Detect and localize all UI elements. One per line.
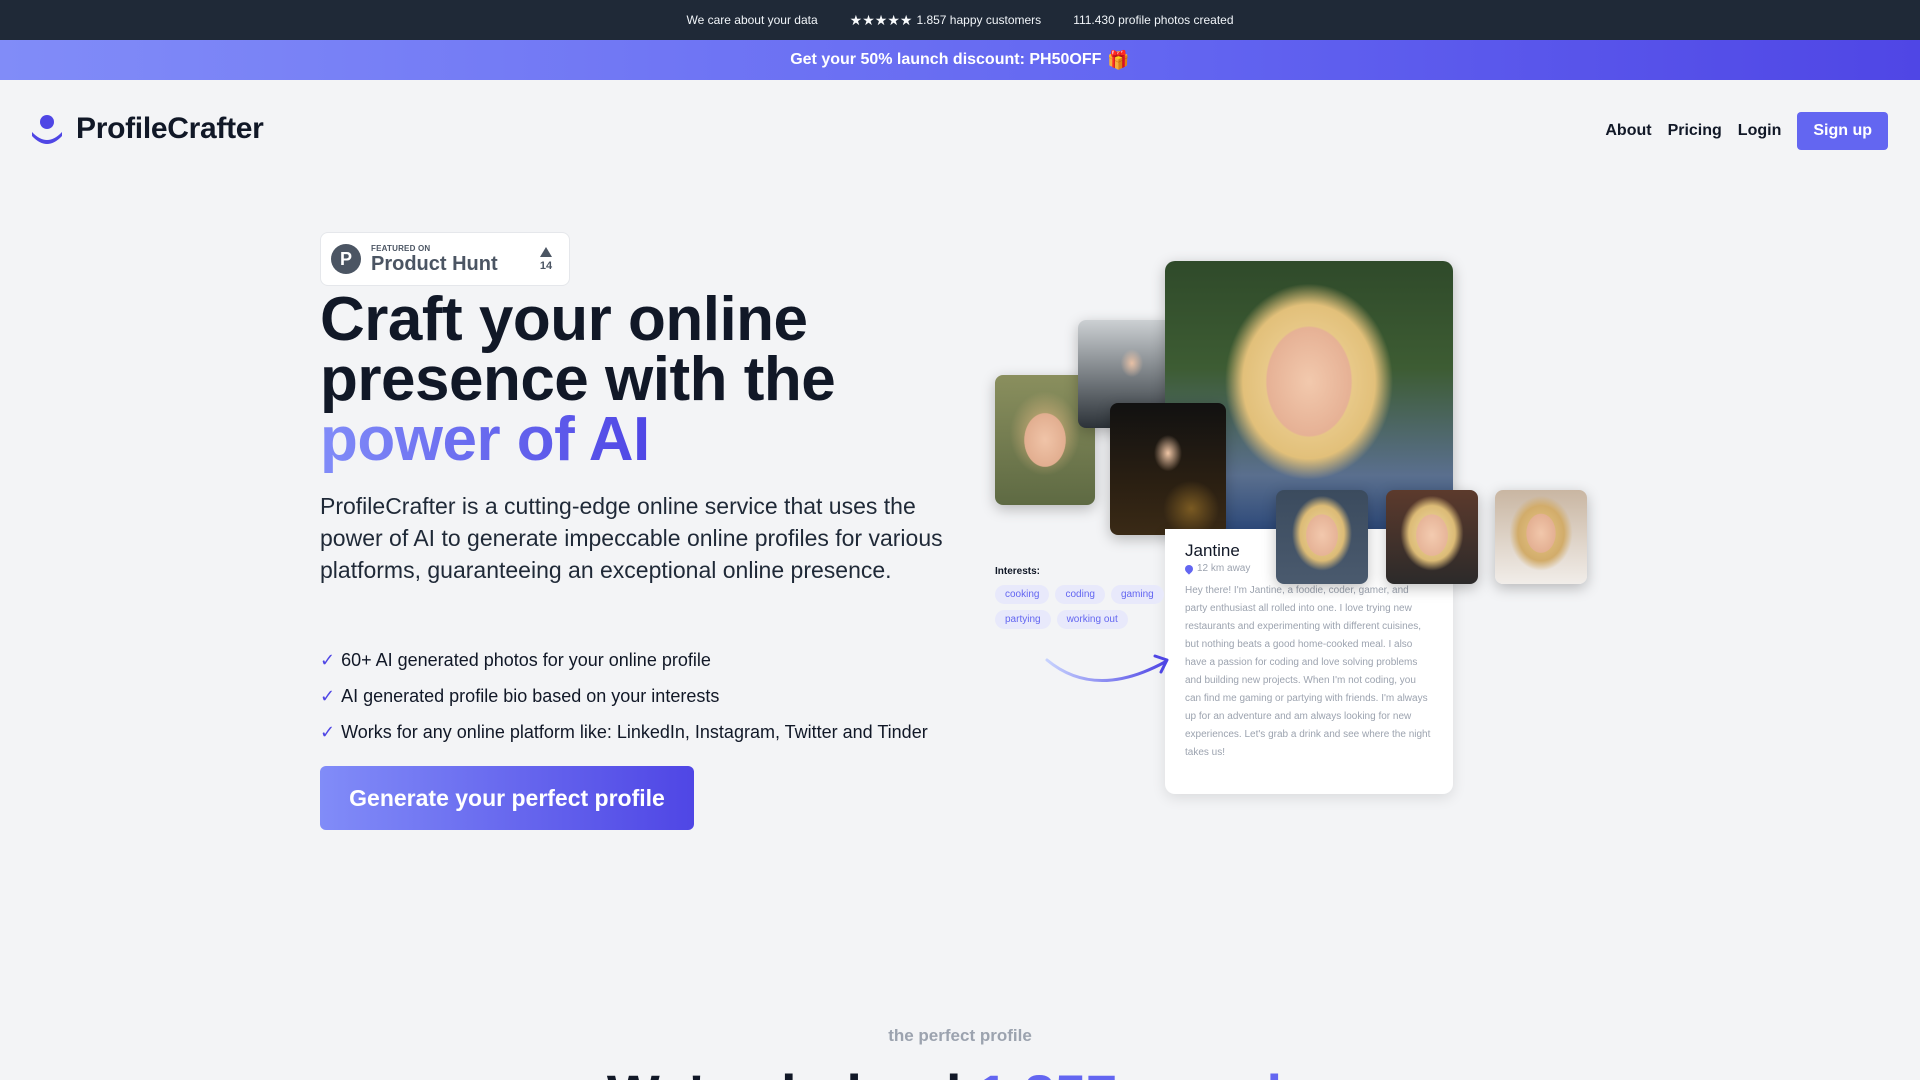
interest-chips: cooking coding gaming partying working o…: [995, 585, 1185, 629]
privacy-note: We care about your data: [686, 13, 818, 27]
upvote-arrow-icon: [540, 246, 552, 257]
nav-about[interactable]: About: [1605, 122, 1651, 140]
promo-banner[interactable]: Get your 50% launch discount: PH50OFF 🎁: [0, 40, 1920, 80]
curved-arrow-icon: [1045, 654, 1169, 682]
product-hunt-badge[interactable]: P FEATURED ON Product Hunt 14: [320, 232, 570, 286]
main-nav: About Pricing Login Sign up: [1605, 112, 1888, 150]
ph-vote-count: 14: [533, 246, 559, 272]
feature-item: ✓ Works for any online platform like: Li…: [320, 721, 928, 742]
interest-chip: cooking: [995, 585, 1050, 604]
hero-description: ProfileCrafter is a cutting-edge online …: [320, 493, 943, 583]
top-info-bar: We care about your data ★★★★★ 1.857 happ…: [0, 0, 1920, 40]
interests-panel: Interests: cooking coding gaming partyin…: [995, 566, 1185, 629]
feature-item: ✓ AI generated profile bio based on your…: [320, 685, 720, 706]
hero-title: Craft your online presence with the powe…: [320, 285, 836, 474]
interest-chip: working out: [1056, 610, 1128, 629]
interest-chip: partying: [995, 610, 1051, 629]
nav-login[interactable]: Login: [1738, 122, 1782, 140]
ph-name: Product Hunt: [371, 252, 498, 275]
signup-button[interactable]: Sign up: [1797, 112, 1888, 150]
profile-thumbnail-1: [1276, 490, 1368, 584]
user-icon: [32, 115, 62, 144]
product-hunt-logo-icon: P: [331, 244, 361, 274]
section-title: We've helped 1.857 people: [0, 1062, 1920, 1080]
hero-title-accent: power of AI: [320, 405, 650, 474]
gift-icon: 🎁: [1107, 49, 1130, 70]
checkmark-icon: ✓: [320, 721, 336, 742]
checkmark-icon: ✓: [320, 649, 336, 670]
feature-list: ✓ 60+ AI generated photos for your onlin…: [320, 642, 928, 750]
interests-label: Interests:: [995, 566, 1041, 577]
generate-profile-button[interactable]: Generate your perfect profile: [320, 766, 694, 830]
photos-count: 111.430 profile photos created: [1073, 13, 1234, 27]
site-logo[interactable]: ProfileCrafter: [30, 112, 264, 146]
interest-chip: gaming: [1110, 585, 1164, 604]
profile-photo-small-3: [1110, 403, 1226, 535]
location-pin-icon: [1183, 562, 1195, 575]
star-rating-icon: ★★★★★: [849, 11, 913, 28]
profile-thumbnail-2: [1386, 490, 1478, 584]
feature-item: ✓ 60+ AI generated photos for your onlin…: [320, 649, 711, 670]
interest-chip: coding: [1055, 585, 1105, 604]
profile-bio: Hey there! I'm Jantine, a foodie, coder,…: [1185, 585, 1431, 758]
section-label: the perfect profile: [888, 1026, 1032, 1045]
logo-text: ProfileCrafter: [76, 112, 264, 145]
checkmark-icon: ✓: [320, 685, 336, 706]
profile-thumbnail-3: [1495, 490, 1587, 584]
ph-featured-label: FEATURED ON: [371, 243, 431, 253]
promo-text: Get your 50% launch discount: PH50OFF: [790, 51, 1102, 68]
customer-rating: ★★★★★ 1.857 happy customers: [849, 11, 1042, 28]
nav-pricing[interactable]: Pricing: [1668, 122, 1722, 140]
